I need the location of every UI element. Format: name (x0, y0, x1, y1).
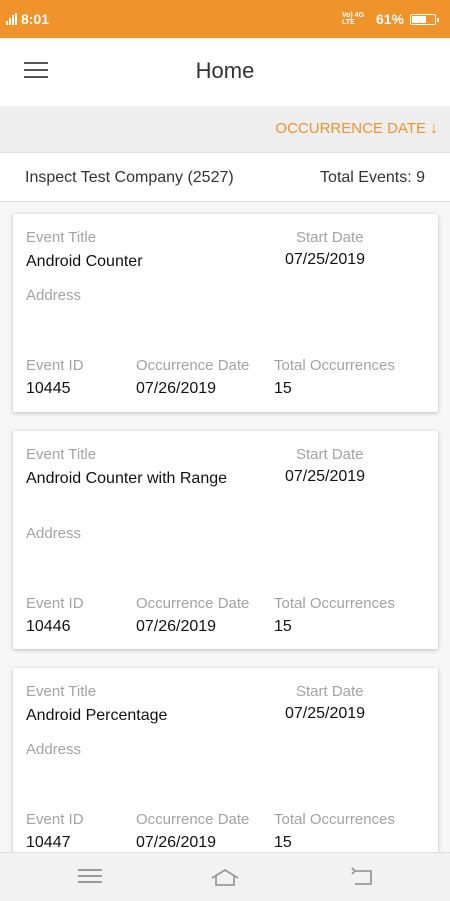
total-occurrences-label: Total Occurrences (274, 595, 395, 612)
event-title-label: Event Title (26, 683, 97, 700)
signal-icon (6, 13, 17, 25)
event-card[interactable]: Event Title Android Counter Start Date 0… (13, 214, 438, 412)
event-title-label: Event Title (26, 446, 97, 463)
start-date: 07/25/2019 (285, 468, 366, 485)
battery-percent: 61% (375, 11, 404, 27)
company-name: Inspect Test Company (2527) (25, 169, 234, 186)
total-occurrences: 15 (274, 834, 292, 851)
total-occurrences-label: Total Occurrences (274, 811, 395, 828)
sort-bar: OCCURRENCE DATE ↓ (0, 106, 450, 153)
occurrence-date: 07/26/2019 (136, 834, 217, 851)
page-title: Home (195, 58, 255, 83)
app-bar: Home (0, 38, 450, 107)
company-row: Inspect Test Company (2527) Total Events… (0, 153, 450, 202)
nav-back-icon[interactable] (349, 865, 377, 889)
system-nav-bar (0, 852, 450, 901)
occurrence-date-label: Occurrence Date (136, 595, 250, 612)
event-id-label: Event ID (26, 357, 84, 374)
start-date: 07/25/2019 (285, 251, 366, 268)
total-occurrences: 15 (274, 618, 292, 635)
occurrence-date: 07/26/2019 (136, 618, 217, 635)
status-left: 8:01 (6, 11, 49, 27)
address-label: Address (26, 287, 82, 304)
address-label: Address (26, 741, 82, 758)
start-date-label: Start Date (296, 229, 364, 246)
network-indicator: Vo) 4G LTE (341, 12, 365, 26)
event-title: Android Counter with Range (26, 470, 228, 487)
event-id: 10447 (26, 834, 71, 851)
nav-home-icon[interactable] (210, 865, 239, 889)
sort-button[interactable]: OCCURRENCE DATE ↓ (275, 120, 438, 137)
address-label: Address (26, 525, 82, 542)
sort-label: OCCURRENCE DATE (275, 120, 426, 137)
total-occurrences-label: Total Occurrences (274, 357, 395, 374)
event-id-label: Event ID (26, 595, 84, 612)
event-id: 10445 (26, 380, 71, 397)
start-date-label: Start Date (296, 683, 364, 700)
status-time: 8:01 (21, 11, 50, 27)
total-occurrences: 15 (274, 380, 292, 397)
event-card[interactable]: Event Title Android Counter with Range S… (13, 431, 438, 649)
arrow-down-icon: ↓ (430, 119, 438, 137)
event-title: Android Counter (26, 253, 143, 270)
occurrence-date: 07/26/2019 (136, 380, 217, 397)
start-date-label: Start Date (296, 446, 364, 463)
total-events: Total Events: 9 (320, 169, 425, 186)
event-list[interactable]: Event Title Android Counter Start Date 0… (0, 202, 450, 852)
event-id-label: Event ID (26, 811, 84, 828)
battery-icon (410, 13, 439, 25)
event-title-label: Event Title (26, 229, 97, 246)
occurrence-date-label: Occurrence Date (136, 811, 250, 828)
event-title: Android Percentage (26, 707, 168, 724)
occurrence-date-label: Occurrence Date (136, 357, 250, 374)
status-right: Vo) 4G LTE 61% (341, 11, 439, 27)
event-card[interactable]: Event Title Android Percentage Start Dat… (13, 668, 438, 852)
start-date: 07/25/2019 (285, 705, 366, 722)
status-bar: 8:01 Vo) 4G LTE 61% (0, 0, 450, 38)
nav-menu-icon[interactable] (76, 865, 104, 889)
event-id: 10446 (26, 618, 71, 635)
